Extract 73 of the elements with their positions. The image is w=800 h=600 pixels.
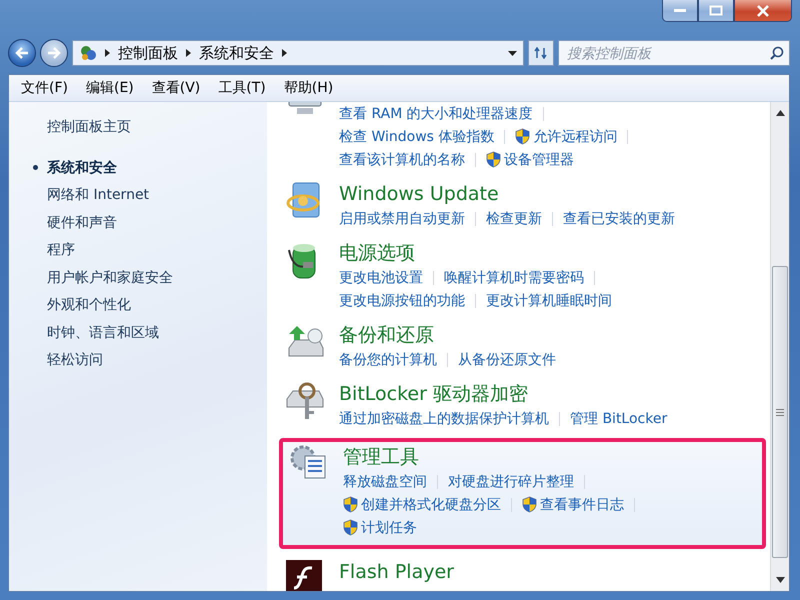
menu-item[interactable]: 查看(V) <box>144 77 208 99</box>
maximize-button[interactable] <box>698 0 734 22</box>
grip-icon <box>776 408 784 416</box>
sidebar-item[interactable]: 硬件和声音 <box>47 209 267 236</box>
sidebar-item[interactable]: 轻松访问 <box>47 346 267 374</box>
search-field[interactable]: 搜索控制面板 <box>558 40 790 66</box>
category-title[interactable]: 备份和还原 <box>339 322 556 348</box>
task-link[interactable]: 检查 Windows 体验指数 <box>339 128 494 146</box>
breadcrumb-item[interactable]: 控制面板 <box>118 44 178 62</box>
task-link[interactable]: 允许远程访问 <box>515 128 618 146</box>
down-arrow-icon[interactable] <box>776 577 784 583</box>
task-link[interactable]: 对硬盘进行碎片整理 <box>448 472 574 490</box>
shield-icon <box>486 151 501 168</box>
minimize-icon <box>674 8 686 12</box>
up-arrow-icon[interactable] <box>776 110 784 116</box>
sidebar-item[interactable]: 外观和个性化 <box>47 292 267 319</box>
task-link[interactable]: 检查更新 <box>486 210 542 228</box>
close-button[interactable] <box>734 0 792 22</box>
shield-icon <box>522 496 537 513</box>
menu-item[interactable]: 工具(T) <box>210 77 274 99</box>
right-arrow-icon <box>47 47 61 59</box>
task-link[interactable]: 查看已安装的更新 <box>563 210 675 228</box>
chevron-right-icon <box>105 49 110 57</box>
shield-icon <box>343 519 358 536</box>
bullet-icon <box>33 165 38 170</box>
shield-icon <box>515 128 530 145</box>
address-bar[interactable]: 控制面板 系统和安全 <box>72 40 524 66</box>
refresh-icon <box>534 47 548 59</box>
task-link[interactable]: 创建并格式化硬盘分区 <box>343 496 501 514</box>
back-button[interactable] <box>8 39 36 67</box>
task-link[interactable]: 唤醒计算机时需要密码 <box>444 268 584 286</box>
left-arrow-icon <box>15 47 29 59</box>
refresh-button[interactable] <box>528 40 554 66</box>
task-link[interactable]: 设备管理器 <box>486 150 574 168</box>
task-link[interactable]: 通过加密磁盘上的数据保护计算机 <box>339 410 549 428</box>
sidebar-item[interactable]: 程序 <box>47 236 267 264</box>
task-link[interactable]: 更改电源按钮的功能 <box>339 292 465 310</box>
close-icon <box>756 4 770 16</box>
search-icon[interactable] <box>770 46 784 60</box>
sidebar-item[interactable]: 时钟、语言和区域 <box>47 319 267 346</box>
shield-icon <box>343 496 358 513</box>
sidebar-item[interactable]: 网络和 Internet <box>47 182 267 209</box>
category-title[interactable]: 电源选项 <box>339 240 612 266</box>
task-link[interactable]: 启用或禁用自动更新 <box>339 210 465 228</box>
task-link[interactable]: 计划任务 <box>343 518 417 536</box>
menu-item[interactable]: 文件(F) <box>13 77 76 99</box>
task-link[interactable]: 更改计算机睡眠时间 <box>486 292 612 310</box>
menu-item[interactable]: 帮助(H) <box>276 77 342 99</box>
task-link[interactable]: 查看该计算机的名称 <box>339 150 465 168</box>
scrollbar-thumb[interactable] <box>772 266 788 558</box>
forward-button[interactable] <box>40 39 68 67</box>
task-link[interactable]: 从备份还原文件 <box>458 350 556 368</box>
maximize-icon <box>709 5 723 16</box>
category-title[interactable]: 管理工具 <box>343 444 645 470</box>
task-link[interactable]: 更改电池设置 <box>339 268 423 286</box>
task-link[interactable]: 管理 BitLocker <box>570 410 668 428</box>
sidebar-link[interactable]: 控制面板主页 <box>47 118 267 136</box>
dropdown-arrow-icon[interactable] <box>508 50 517 56</box>
task-link[interactable]: 备份您的计算机 <box>339 350 437 368</box>
task-link[interactable]: 查看 RAM 的大小和处理器速度 <box>339 104 533 122</box>
task-link[interactable]: 释放磁盘空间 <box>343 472 427 490</box>
task-link[interactable]: 查看事件日志 <box>522 496 624 514</box>
chevron-right-icon <box>186 49 191 57</box>
minimize-button[interactable] <box>662 0 698 22</box>
scrollbar[interactable] <box>770 102 789 591</box>
category-title[interactable]: Windows Update <box>339 181 675 207</box>
breadcrumb-item[interactable]: 系统和安全 <box>199 44 274 62</box>
chevron-right-icon <box>282 49 287 57</box>
sidebar-item[interactable]: 系统和安全 <box>47 154 267 182</box>
sidebar-item[interactable]: 用户帐户和家庭安全 <box>47 264 267 292</box>
category-title[interactable]: Flash Player <box>339 559 454 585</box>
menu-item[interactable]: 编辑(E) <box>78 77 142 99</box>
category-title[interactable]: BitLocker 驱动器加密 <box>339 381 668 407</box>
